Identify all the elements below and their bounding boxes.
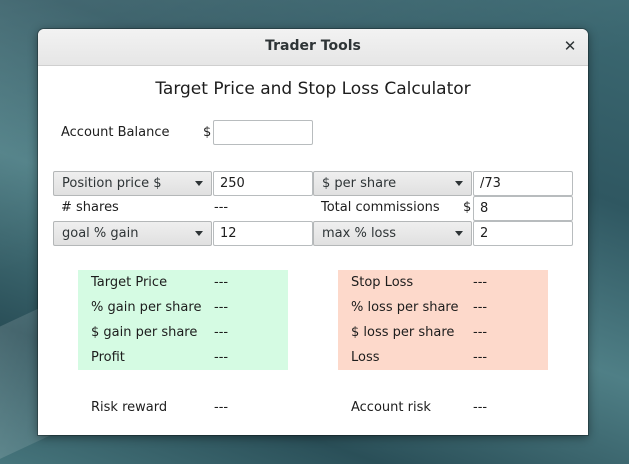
account-balance-currency: $ [203, 125, 212, 140]
loss-dollar-value: --- [473, 325, 488, 340]
risk-reward-value: --- [214, 400, 229, 415]
per-share-dropdown-label: $ per share [322, 176, 397, 191]
chevron-down-icon [195, 231, 203, 236]
window-title: Trader Tools [265, 38, 361, 54]
position-price-input[interactable] [213, 171, 313, 196]
loss-label: Loss [351, 350, 380, 365]
risk-reward-label: Risk reward [91, 400, 168, 415]
max-loss-input[interactable] [473, 221, 573, 246]
gain-dollar-value: --- [214, 325, 229, 340]
shares-value: --- [214, 200, 229, 215]
total-commissions-input[interactable] [473, 196, 573, 221]
loss-dollar-label: $ loss per share [351, 325, 455, 340]
gain-dollar-label: $ gain per share [91, 325, 198, 340]
stop-loss-label: Stop Loss [351, 275, 414, 290]
max-loss-dropdown-label: max % loss [322, 226, 397, 241]
titlebar: Trader Tools ✕ [38, 29, 588, 66]
shares-label: # shares [61, 200, 119, 215]
profit-label: Profit [91, 350, 125, 365]
goal-gain-dropdown[interactable]: goal % gain [53, 221, 212, 246]
close-icon[interactable]: ✕ [560, 37, 580, 57]
loss-value: --- [473, 350, 488, 365]
gain-percent-label: % gain per share [91, 300, 202, 315]
total-commissions-currency: $ [463, 200, 472, 215]
goal-gain-input[interactable] [213, 221, 313, 246]
per-share-dropdown[interactable]: $ per share [313, 171, 472, 196]
target-price-value: --- [214, 275, 229, 290]
account-risk-value: --- [473, 400, 488, 415]
max-loss-dropdown[interactable]: max % loss [313, 221, 472, 246]
position-price-dropdown[interactable]: Position price $ [53, 171, 212, 196]
target-price-label: Target Price [91, 275, 168, 290]
chevron-down-icon [455, 231, 463, 236]
chevron-down-icon [455, 181, 463, 186]
goal-gain-dropdown-label: goal % gain [62, 226, 139, 241]
account-risk-label: Account risk [351, 400, 431, 415]
profit-value: --- [214, 350, 229, 365]
per-share-input[interactable] [473, 171, 573, 196]
trader-tools-window: Trader Tools ✕ Target Price and Stop Los… [38, 29, 588, 435]
chevron-down-icon [195, 181, 203, 186]
gain-percent-value: --- [214, 300, 229, 315]
total-commissions-label: Total commissions [321, 200, 440, 215]
loss-percent-label: % loss per share [351, 300, 459, 315]
account-balance-input[interactable] [213, 120, 313, 145]
position-price-dropdown-label: Position price $ [62, 176, 162, 191]
stop-loss-value: --- [473, 275, 488, 290]
account-balance-label: Account Balance [61, 125, 170, 140]
calculator-heading: Target Price and Stop Loss Calculator [155, 79, 471, 99]
loss-percent-value: --- [473, 300, 488, 315]
